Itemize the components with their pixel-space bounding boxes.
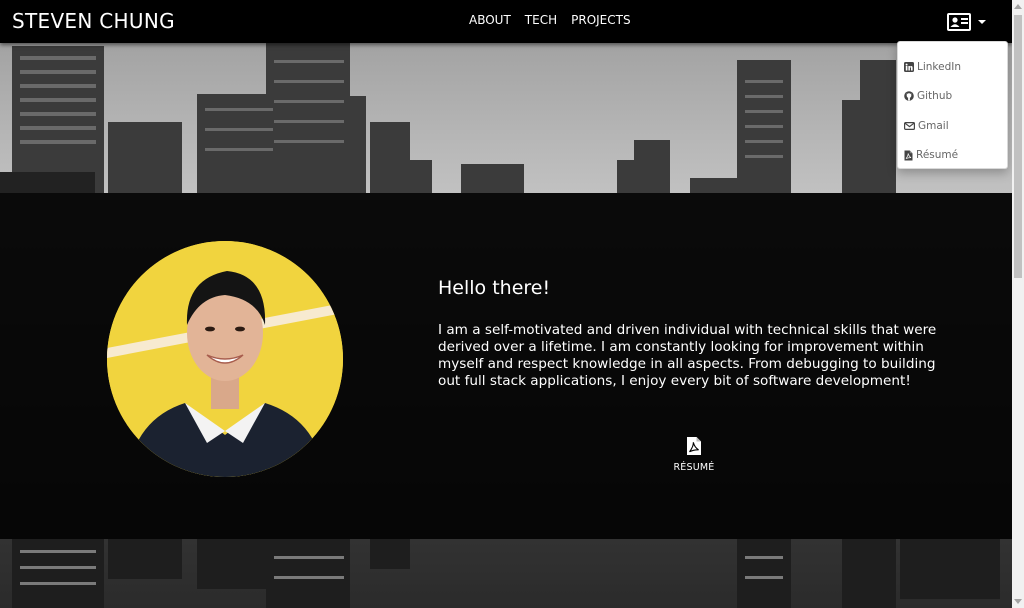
resume-button[interactable]: RÉSUMÉ [664, 436, 724, 473]
menu-item-label: LinkedIn [917, 60, 962, 73]
greeting-heading: Hello there! [438, 277, 551, 299]
menu-item-gmail[interactable]: Gmail [898, 111, 1007, 141]
menu-item-github[interactable]: Github [898, 82, 1007, 112]
pdf-file-icon [904, 150, 913, 161]
nav-link-projects[interactable]: PROJECTS [564, 13, 637, 27]
profile-photo [107, 241, 343, 477]
linkedin-icon [904, 61, 914, 72]
nav-links: ABOUT TECH PROJECTS [462, 13, 638, 27]
envelope-icon [904, 121, 915, 130]
nav-link-about[interactable]: ABOUT [462, 13, 518, 27]
menu-item-resume[interactable]: Résumé [898, 141, 1007, 171]
contact-dropdown-toggle[interactable] [946, 10, 988, 34]
page-scrollbar[interactable] [1012, 0, 1024, 608]
menu-item-label: Gmail [918, 119, 949, 132]
bio-text: I am a self-motivated and driven individ… [438, 322, 937, 389]
menu-item-label: Github [917, 90, 953, 103]
pdf-file-icon [687, 437, 701, 455]
resume-label: RÉSUMÉ [673, 462, 715, 473]
chevron-down-icon [978, 20, 986, 24]
contact-card-icon [947, 13, 971, 31]
navbar: STEVEN CHUNG ABOUT TECH PROJECTS [0, 0, 1012, 43]
github-icon [904, 91, 914, 102]
intro-section: Hello there! I am a self-motivated and d… [0, 193, 1012, 539]
contact-dropdown-menu: LinkedIn Github Gmail Résumé [897, 41, 1008, 169]
brand-title[interactable]: STEVEN CHUNG [12, 9, 175, 33]
scroll-up-arrow-icon[interactable] [1014, 4, 1022, 9]
nav-link-tech[interactable]: TECH [518, 13, 564, 27]
menu-item-linkedin[interactable]: LinkedIn [898, 52, 1007, 82]
scroll-thumb[interactable] [1014, 15, 1022, 278]
menu-item-label: Résumé [916, 149, 959, 162]
scroll-down-arrow-icon[interactable] [1014, 599, 1022, 604]
